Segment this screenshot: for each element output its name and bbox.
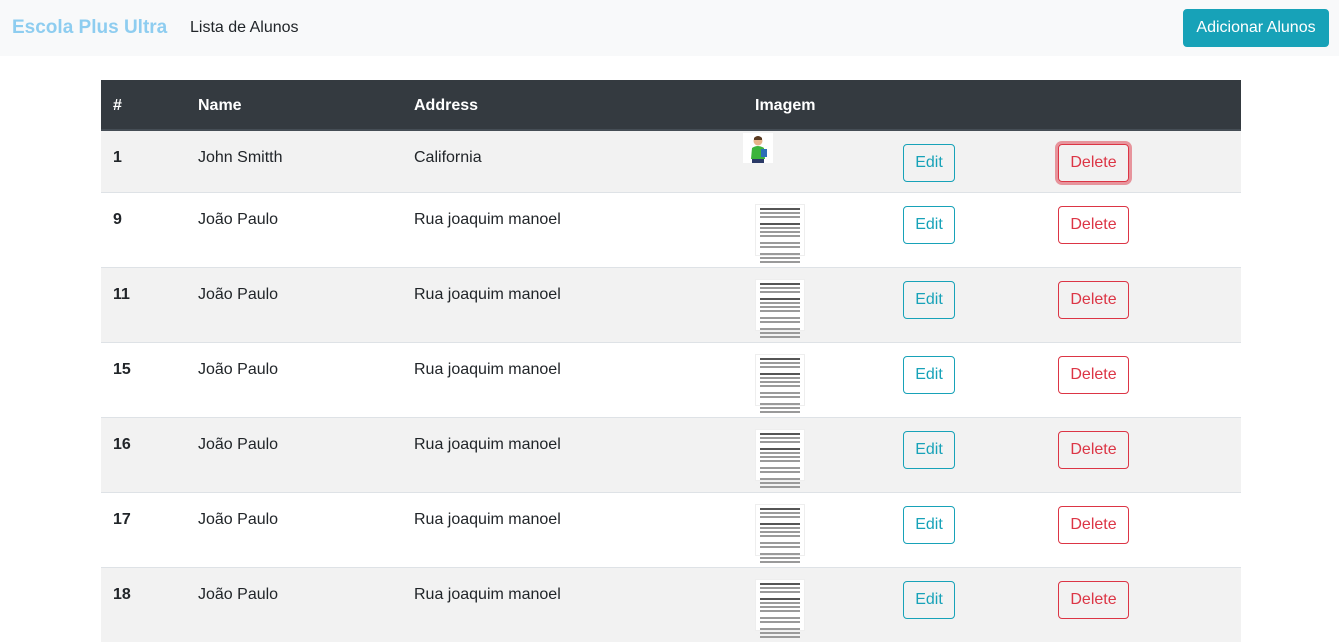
delete-button[interactable]: Delete xyxy=(1058,430,1129,469)
cell-name: João Paulo xyxy=(198,210,279,228)
cell-name: João Paulo xyxy=(198,285,279,303)
brand-link[interactable]: Escola Plus Ultra xyxy=(12,17,167,39)
cell-id: 18 xyxy=(113,585,131,603)
cell-id: 16 xyxy=(113,435,131,453)
cell-name: João Paulo xyxy=(198,585,279,603)
cell-id: 15 xyxy=(113,360,131,378)
table-row: 15 João Paulo Rua joaquim manoel Edit Delete xyxy=(101,342,1241,417)
edit-button[interactable]: Edit xyxy=(903,355,955,394)
table-row: 17 João Paulo Rua joaquim manoel Edit Delete xyxy=(101,492,1241,567)
delete-button[interactable]: Delete xyxy=(1058,505,1129,544)
add-students-button[interactable]: Adicionar Alunos xyxy=(1183,9,1329,47)
header-id: # xyxy=(101,80,198,131)
delete-button[interactable]: Delete xyxy=(1058,580,1129,619)
cell-name: João Paulo xyxy=(198,435,279,453)
cell-edit: Edit xyxy=(903,267,1058,342)
table-row: 11 João Paulo Rua joaquim manoel Edit Delete xyxy=(101,267,1241,342)
cell-delete: Delete xyxy=(1058,567,1241,642)
cell-name: John Smitth xyxy=(198,149,283,166)
edit-button[interactable]: Edit xyxy=(903,505,955,544)
header-edit xyxy=(903,80,1058,131)
cell-delete: Delete xyxy=(1058,417,1241,492)
cell-address: Rua joaquim manoel xyxy=(414,510,561,528)
cell-address: Rua joaquim manoel xyxy=(414,585,561,603)
cell-id: 17 xyxy=(113,510,131,528)
cell-edit: Edit xyxy=(903,417,1058,492)
edit-button[interactable]: Edit xyxy=(903,430,955,469)
cell-delete: Delete xyxy=(1058,342,1241,417)
document-thumbnail xyxy=(755,278,805,338)
document-thumbnail xyxy=(755,203,805,263)
edit-button[interactable]: Edit xyxy=(903,144,955,182)
cell-edit: Edit xyxy=(903,192,1058,267)
cell-address: Rua joaquim manoel xyxy=(414,210,561,228)
cell-name: João Paulo xyxy=(198,510,279,528)
cell-id: 1 xyxy=(113,149,122,166)
cell-delete: Delete xyxy=(1058,267,1241,342)
document-thumbnail xyxy=(755,353,805,413)
cell-image xyxy=(755,267,903,342)
cell-address: Rua joaquim manoel xyxy=(414,435,561,453)
table-body: 1 John Smitth California Edit Delete 9 João Pa… xyxy=(101,130,1241,642)
edit-button[interactable]: Edit xyxy=(903,580,955,619)
cell-image xyxy=(755,492,903,567)
cell-address: Rua joaquim manoel xyxy=(414,285,561,303)
document-thumbnail xyxy=(755,428,805,488)
table-row: 18 João Paulo Rua joaquim manoel Edit Delete xyxy=(101,567,1241,642)
nav-link-student-list[interactable]: Lista de Alunos xyxy=(190,19,299,37)
cell-id: 9 xyxy=(113,210,122,228)
delete-button[interactable]: Delete xyxy=(1058,144,1129,182)
header-delete xyxy=(1058,80,1241,131)
cell-edit: Edit xyxy=(903,342,1058,417)
cell-image xyxy=(755,567,903,642)
delete-button[interactable]: Delete xyxy=(1058,280,1129,319)
header-name: Name xyxy=(198,80,414,131)
cell-edit: Edit xyxy=(903,130,1058,192)
cell-image xyxy=(743,130,903,192)
edit-button[interactable]: Edit xyxy=(903,205,955,244)
student-photo-thumbnail xyxy=(743,133,773,163)
cell-edit: Edit xyxy=(903,567,1058,642)
cell-name: João Paulo xyxy=(198,360,279,378)
navbar: Escola Plus Ultra Lista de Alunos Adicio… xyxy=(0,0,1339,56)
cell-delete: Delete xyxy=(1058,192,1241,267)
delete-button[interactable]: Delete xyxy=(1058,205,1129,244)
cell-id: 11 xyxy=(113,285,130,303)
table-header-row: # Name Address Imagem xyxy=(101,80,1241,131)
header-image: Imagem xyxy=(755,80,903,131)
document-thumbnail xyxy=(755,503,805,563)
table-row: 16 João Paulo Rua joaquim manoel Edit Delete xyxy=(101,417,1241,492)
table-row: 1 John Smitth California Edit Delete xyxy=(101,130,1241,192)
cell-delete: Delete xyxy=(1058,130,1241,192)
cell-address: Rua joaquim manoel xyxy=(414,360,561,378)
delete-button[interactable]: Delete xyxy=(1058,355,1129,394)
cell-image xyxy=(755,192,903,267)
cell-edit: Edit xyxy=(903,492,1058,567)
cell-image xyxy=(755,417,903,492)
document-thumbnail xyxy=(755,578,805,638)
cell-image xyxy=(755,342,903,417)
edit-button[interactable]: Edit xyxy=(903,280,955,319)
cell-delete: Delete xyxy=(1058,492,1241,567)
table-row: 9 João Paulo Rua joaquim manoel Edit Delete xyxy=(101,192,1241,267)
students-table: # Name Address Imagem 1 John Smitth Califo… xyxy=(101,80,1241,642)
header-address: Address xyxy=(414,80,755,131)
cell-address: California xyxy=(414,149,482,166)
